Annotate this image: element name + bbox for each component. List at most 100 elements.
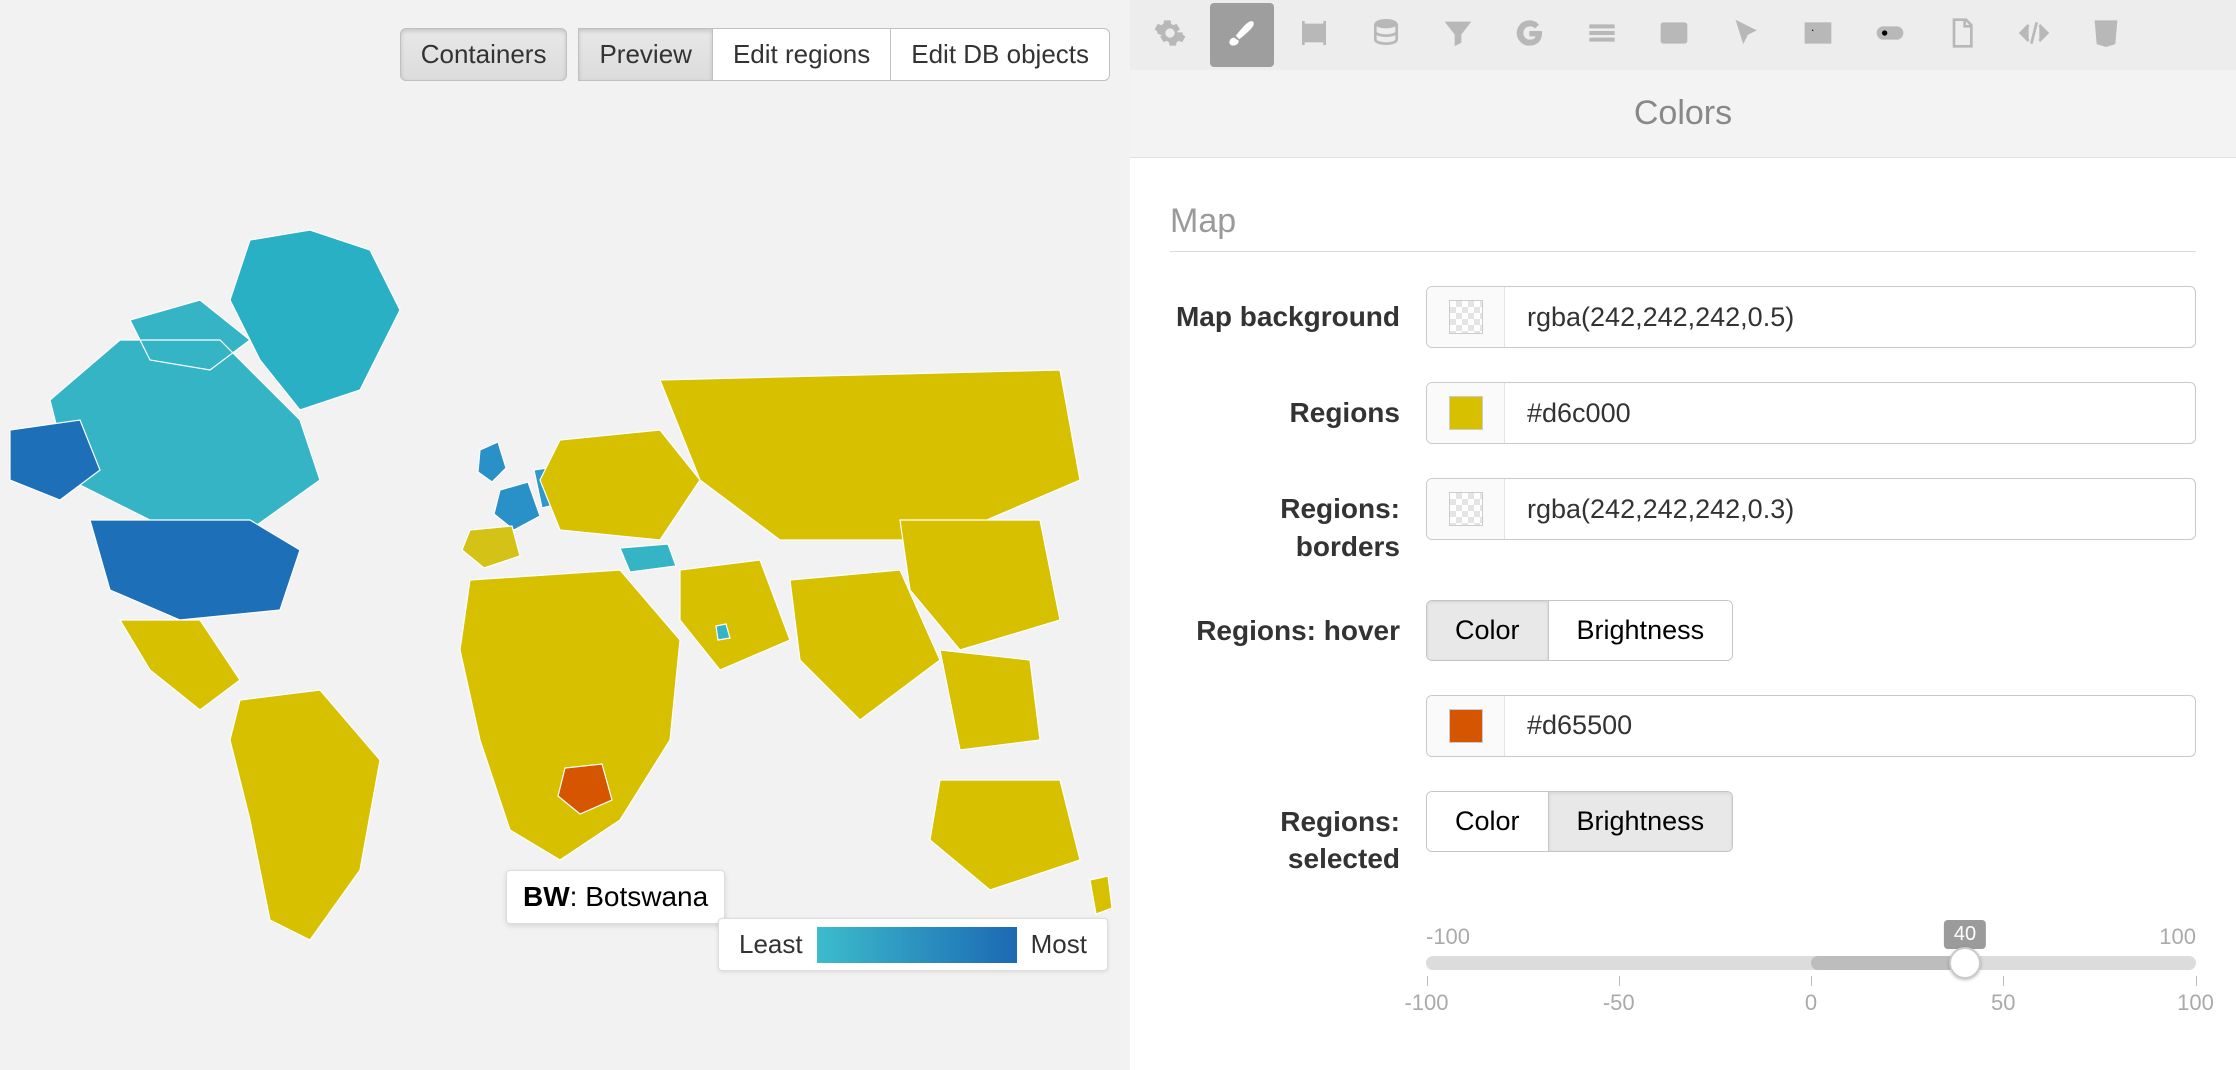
database-icon [1370,17,1402,54]
row-regions: Regions #d6c000 [1170,382,2196,444]
tooltip-code: BW [523,881,570,912]
inspector-toolbar [1130,0,2236,70]
swatch-regions-hover [1449,709,1483,743]
css-icon [2090,17,2122,54]
brightness-slider[interactable]: -100 100 40 -100 -50 0 50 100 [1426,912,2196,980]
region-europe-rest[interactable] [540,430,700,540]
input-regions[interactable]: #d6c000 [1426,382,2196,444]
g-icon [1514,17,1546,54]
row-regions-hover: Regions: hover Color Brightness [1170,600,2196,661]
seg-selected-brightness[interactable]: Brightness [1548,792,1733,851]
region-france[interactable] [494,482,540,530]
settings-tab[interactable] [1138,3,1202,67]
swatch-regions-borders [1449,492,1483,526]
filter-tab[interactable] [1426,3,1490,67]
region-se-asia[interactable] [940,650,1040,750]
cursor-icon [1730,17,1762,54]
slider-value-bubble: 40 [1944,920,1986,949]
doc-tab[interactable] [1930,3,1994,67]
row-regions-borders: Regions: borders rgba(242,242,242,0.3) [1170,478,2196,566]
edit-regions-button[interactable]: Edit regions [712,28,891,81]
seg-selected: Color Brightness [1426,791,1733,852]
legend-min-label: Least [725,925,817,964]
inspector-pane: Colors Map Map background rgba(242,242,2… [1130,0,2236,1070]
label-map-background: Map background [1170,286,1426,336]
seg-selected-color[interactable]: Color [1427,792,1548,851]
seg-hover-color[interactable]: Color [1427,601,1548,660]
card-tab[interactable] [1642,3,1706,67]
brush-icon [1226,17,1258,54]
list-tab[interactable] [1570,3,1634,67]
region-middle-east[interactable] [680,560,790,670]
tooltip-name: Botswana [585,881,708,912]
top-button-row: Containers Preview Edit regions Edit DB … [401,28,1110,81]
map-legend: Least Most [718,918,1108,971]
toggle-icon [1874,17,1906,54]
seg-hover-brightness[interactable]: Brightness [1548,601,1733,660]
world-map-svg [0,220,1130,960]
region-russia[interactable] [660,370,1080,540]
row-regions-hover-color: #d65500 [1170,695,2196,757]
slider-fill [1811,956,1965,970]
code-icon [2018,17,2050,54]
value-regions-hover: #d65500 [1505,710,2195,741]
colors-tab[interactable] [1210,3,1274,67]
toggle-tab[interactable] [1858,3,1922,67]
input-regions-hover[interactable]: #d65500 [1426,695,2196,757]
code-tab[interactable] [2002,3,2066,67]
region-spain[interactable] [462,526,520,568]
google-tab[interactable] [1498,3,1562,67]
edit-db-objects-button[interactable]: Edit DB objects [890,28,1110,81]
panel-title: Colors [1130,70,2236,158]
slider-max: 100 [2159,924,2196,950]
region-uk[interactable] [478,442,506,482]
slider-thumb[interactable] [1949,947,1981,979]
row-map-background: Map background rgba(242,242,242,0.5) [1170,286,2196,348]
region-usa[interactable] [90,520,300,620]
row-regions-selected: Regions: selected Color Brightness [1170,791,2196,879]
region-south-america[interactable] [230,690,380,940]
region-mexico[interactable] [120,620,240,710]
swatch-map-background [1449,300,1483,334]
label-regions: Regions [1170,382,1426,432]
region-nz[interactable] [1090,876,1112,914]
value-regions: #d6c000 [1505,398,2195,429]
list-icon [1586,17,1618,54]
value-map-background: rgba(242,242,242,0.5) [1505,302,2195,333]
region-australia[interactable] [930,780,1080,890]
image-tab[interactable] [1786,3,1850,67]
input-regions-borders[interactable]: rgba(242,242,242,0.3) [1426,478,2196,540]
frame-icon [1298,17,1330,54]
seg-hover: Color Brightness [1426,600,1733,661]
preview-button[interactable]: Preview [578,28,712,81]
label-regions-selected: Regions: selected [1170,791,1426,879]
document-icon [1946,17,1978,54]
image-icon [1802,17,1834,54]
css-tab[interactable] [2074,3,2138,67]
value-regions-borders: rgba(242,242,242,0.3) [1505,494,2195,525]
swatch-regions [1449,396,1483,430]
region-turkey[interactable] [620,544,676,572]
id-card-icon [1658,17,1690,54]
tooltip-sep: : [570,881,586,912]
map-tooltip: BW: Botswana [506,870,725,924]
label-regions-borders: Regions: borders [1170,478,1426,566]
layout-tab[interactable] [1282,3,1346,67]
input-map-background[interactable]: rgba(242,242,242,0.5) [1426,286,2196,348]
preview-pane: Containers Preview Edit regions Edit DB … [0,0,1130,1070]
row-brightness-slider: -100 100 40 -100 -50 0 50 100 [1170,912,2196,980]
funnel-icon [1442,17,1474,54]
section-map-heading: Map [1170,202,2196,252]
containers-button[interactable]: Containers [400,28,568,81]
legend-gradient [817,927,1017,963]
panel-body: Map Map background rgba(242,242,242,0.5)… [1130,158,2236,1070]
data-tab[interactable] [1354,3,1418,67]
label-regions-hover: Regions: hover [1170,600,1426,650]
world-map[interactable] [0,220,1130,960]
gear-icon [1154,17,1186,54]
slider-min: -100 [1426,924,1470,950]
legend-max-label: Most [1017,925,1101,964]
region-africa[interactable] [460,570,680,860]
pointer-tab[interactable] [1714,3,1778,67]
slider-track[interactable]: 40 [1426,956,2196,970]
